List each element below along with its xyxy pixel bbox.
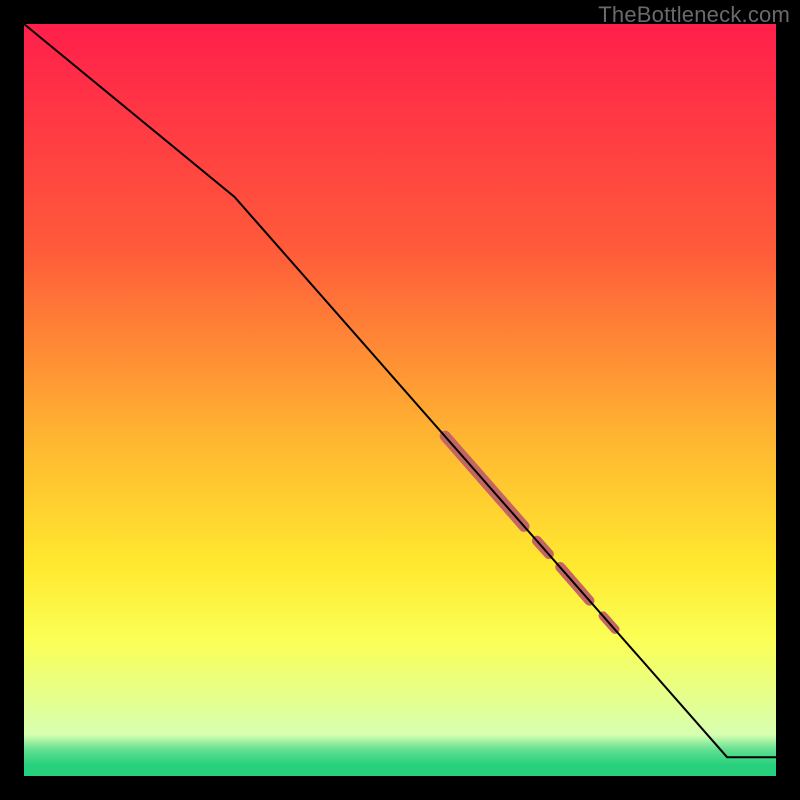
chart-plot <box>24 24 776 776</box>
chart-frame: TheBottleneck.com <box>0 0 800 800</box>
gradient-background <box>24 24 776 776</box>
